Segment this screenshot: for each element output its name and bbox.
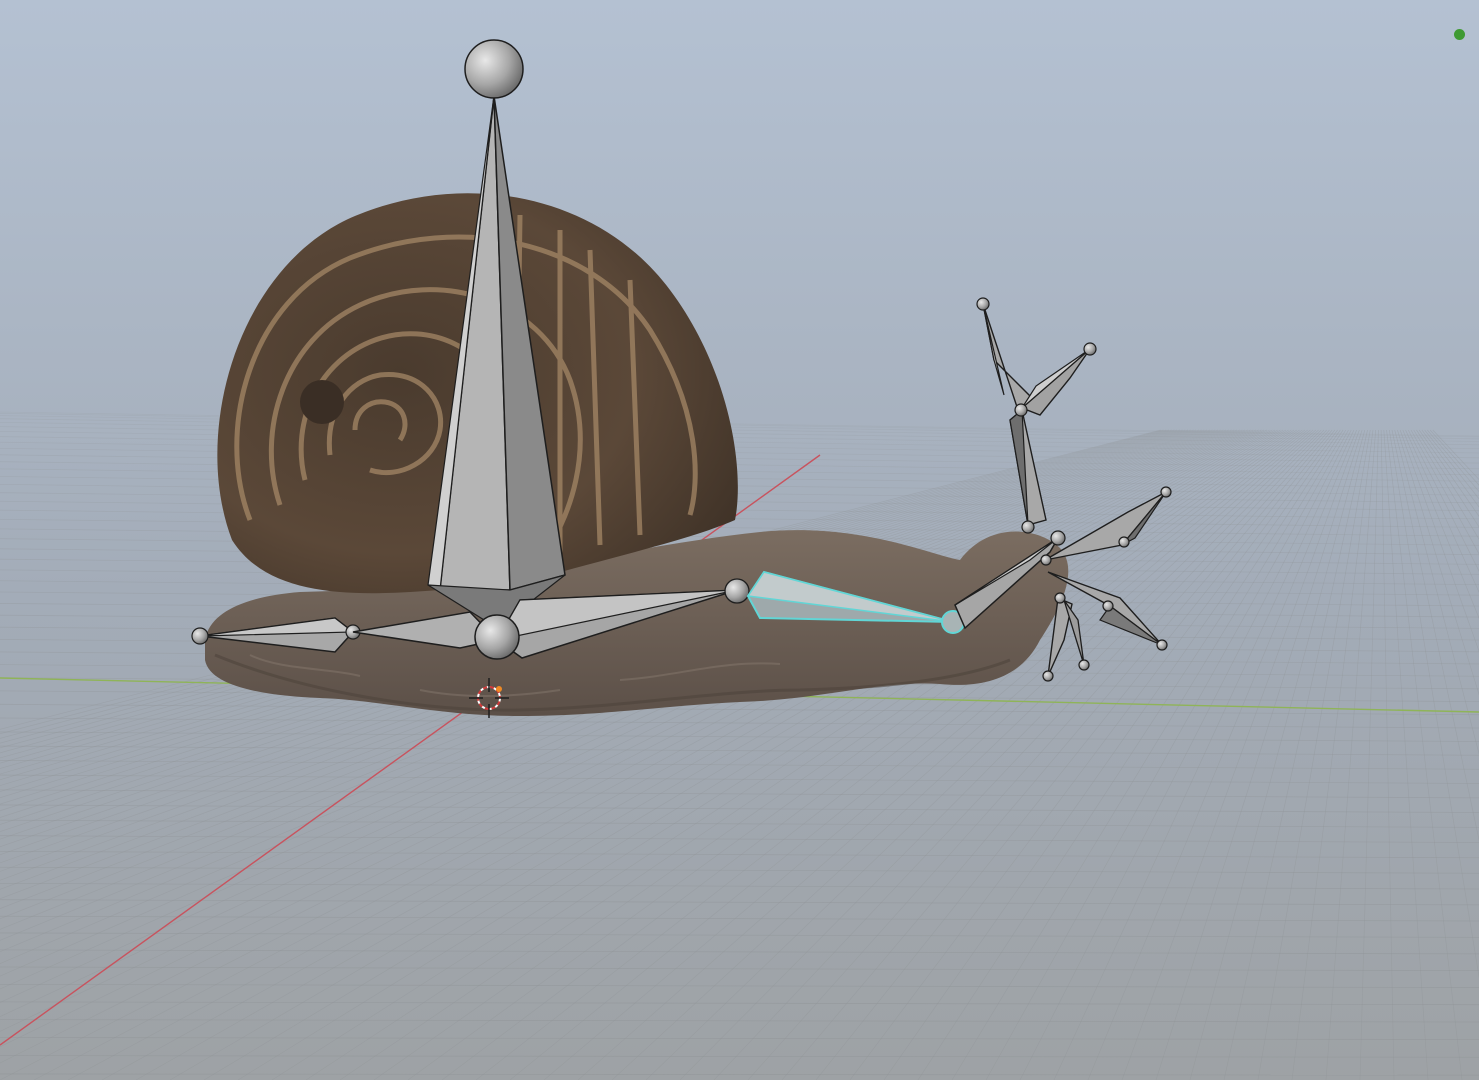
bone-root-ball[interactable] [474, 614, 520, 660]
shell-apex [300, 380, 344, 424]
bone-tip-ball[interactable] [464, 39, 524, 99]
viewport-scene[interactable] [0, 0, 1479, 1080]
3d-viewport[interactable] [0, 0, 1479, 1080]
status-dot-icon [1454, 29, 1465, 40]
